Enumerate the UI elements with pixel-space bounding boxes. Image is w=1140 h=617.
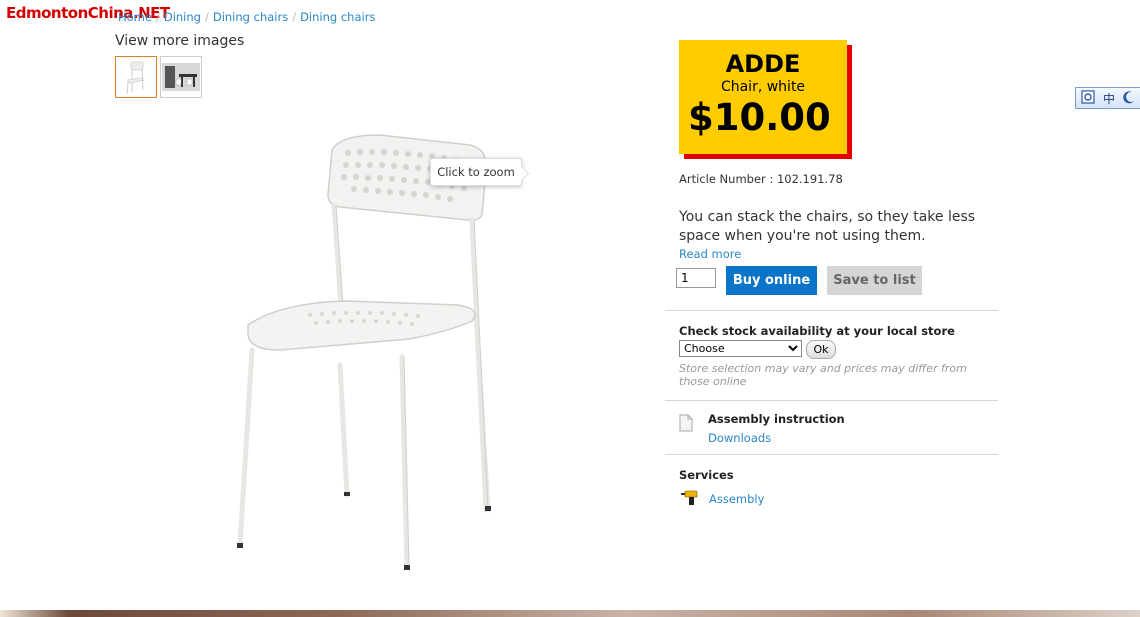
ime-mode-toggle[interactable]: 中 [1103, 90, 1115, 107]
breadcrumb-dining-chairs-current[interactable]: Dining chairs [300, 10, 375, 24]
chair-illustration [237, 134, 491, 570]
stock-ok-button[interactable]: Ok [806, 340, 836, 359]
document-icon [679, 414, 693, 432]
buy-online-button[interactable]: Buy online [726, 266, 817, 295]
bottom-banner-strip [0, 610, 1140, 617]
price-box: ADDE Chair, white $10.00 [679, 40, 847, 154]
room-thumbnail-icon [162, 63, 200, 91]
assembly-instruction-title: Assembly instruction [708, 412, 845, 426]
store-selection-note: Store selection may vary and prices may … [679, 362, 967, 388]
breadcrumb-home[interactable]: Home [118, 10, 152, 24]
chair-frame [237, 202, 491, 570]
thumbnail-chair-white[interactable] [115, 56, 157, 98]
breadcrumb-dining-chairs[interactable]: Dining chairs [213, 10, 288, 24]
read-more-link[interactable]: Read more [679, 247, 741, 261]
breadcrumb-separator: / [155, 10, 160, 24]
divider [665, 454, 998, 455]
ime-toolbar[interactable]: 中 [1075, 87, 1140, 109]
chair-seat [247, 300, 476, 351]
chair-thumbnail-icon [126, 61, 146, 95]
product-name: ADDE [725, 50, 801, 78]
article-number-value: 102.191.78 [776, 172, 843, 186]
divider [665, 400, 998, 401]
stock-availability-title: Check stock availability at your local s… [679, 324, 955, 338]
breadcrumb-separator: / [204, 10, 209, 24]
divider [665, 310, 998, 311]
drill-icon [681, 490, 698, 505]
product-main-image[interactable] [220, 125, 520, 585]
view-more-images-label: View more images [115, 33, 245, 49]
click-to-zoom-tooltip: Click to zoom [430, 158, 522, 186]
moon-icon[interactable] [1123, 90, 1136, 107]
breadcrumb: Home / Dining / Dining chairs / Dining chairs [118, 10, 375, 24]
product-summary: You can stack the chairs, so they take l… [679, 209, 976, 244]
chair-feet [237, 492, 491, 570]
breadcrumb-dining[interactable]: Dining [164, 10, 201, 24]
quantity-input[interactable] [676, 268, 716, 288]
save-to-list-button[interactable]: Save to list [827, 266, 922, 295]
product-price: $10.00 [688, 96, 831, 139]
downloads-link[interactable]: Downloads [708, 431, 771, 445]
chair-frame-outline [335, 204, 489, 568]
product-description: Chair, white [720, 79, 806, 95]
store-select[interactable]: Choose [679, 340, 802, 357]
article-number: Article Number : 102.191.78 [679, 172, 843, 186]
ime-logo-icon[interactable] [1081, 90, 1095, 107]
breadcrumb-separator: / [292, 10, 297, 24]
assembly-service-link[interactable]: Assembly [709, 492, 764, 506]
article-number-label: Article Number : [679, 172, 774, 186]
services-title: Services [679, 468, 734, 482]
thumbnail-room-scene[interactable] [160, 56, 202, 98]
